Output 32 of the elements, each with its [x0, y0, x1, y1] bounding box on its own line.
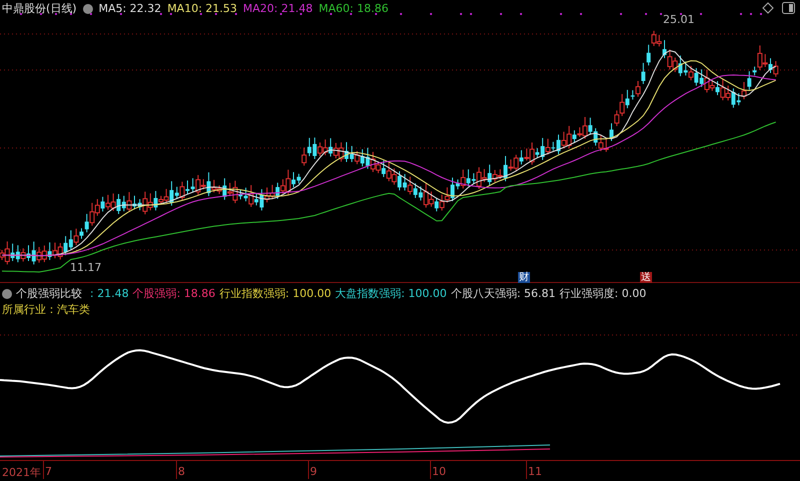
indicator-name: 个股强弱比较 — [16, 286, 82, 301]
panel-toggle-icon[interactable] — [782, 2, 795, 14]
year-label: 2021年 — [2, 465, 41, 480]
month-label: 8 — [178, 465, 185, 478]
month-label: 9 — [310, 465, 317, 478]
low-price-label: 11.17 — [70, 261, 102, 274]
indicator-value: : 18.86 — [176, 287, 216, 300]
indicator-value: : 56.81 — [516, 287, 556, 300]
industry-label: 所属行业：汽车类 — [1, 302, 91, 318]
month-label: 7 — [45, 465, 52, 478]
event-badge[interactable]: 财 — [518, 272, 530, 283]
event-badge[interactable]: 送 — [640, 272, 652, 283]
indicator-label: 行业强弱度 — [560, 286, 615, 301]
dropdown-icon[interactable] — [2, 288, 12, 298]
indicator-value: : 0.00 — [614, 287, 646, 300]
month-label: 11 — [528, 465, 542, 478]
high-price-label: 25.01 — [663, 13, 694, 26]
indicator-value: : 100.00 — [401, 287, 447, 300]
indicator-value: : 21.48 — [90, 287, 129, 300]
ma-value: MA10: 21.53 — [167, 2, 238, 15]
indicator-label: 大盘指数强弱 — [335, 286, 402, 301]
dropdown-icon[interactable] — [82, 4, 93, 14]
stock-title: 中鼎股份(日线) — [2, 1, 77, 16]
indicator-value: : 100.00 — [285, 287, 332, 300]
indicator-label: 行业指数强弱 — [219, 286, 286, 301]
month-label: 10 — [432, 465, 446, 478]
indicator-label: 个股八天强弱 — [450, 286, 517, 301]
ma-value: MA5: 22.32 — [98, 2, 162, 15]
ma-value: MA20: 21.48 — [243, 2, 313, 15]
diamond-icon[interactable] — [762, 2, 774, 14]
indicator-label: 个股强弱 — [132, 286, 177, 301]
ma-value: MA60: 18.86 — [318, 2, 388, 15]
